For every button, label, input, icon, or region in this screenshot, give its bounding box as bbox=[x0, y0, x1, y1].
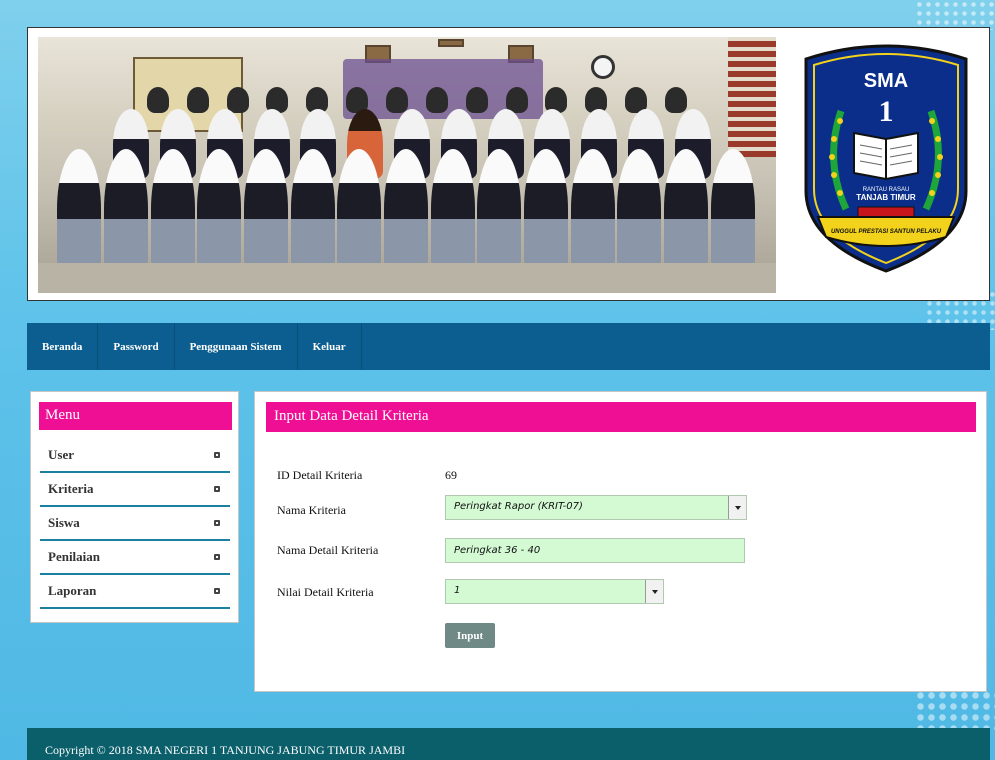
sidebar-item-siswa[interactable]: Siswa bbox=[40, 507, 230, 541]
sidebar-item-label: Penilaian bbox=[48, 549, 101, 564]
bullet-icon bbox=[214, 554, 220, 560]
decor-dots-top bbox=[915, 0, 995, 30]
chevron-down-icon[interactable] bbox=[645, 580, 663, 603]
sidebar-item-laporan[interactable]: Laporan bbox=[40, 575, 230, 609]
page-title: Input Data Detail Kriteria bbox=[266, 402, 976, 432]
sidebar-item-label: Siswa bbox=[48, 515, 80, 530]
nilai-detail-select[interactable]: 1 bbox=[445, 579, 664, 604]
sidebar-item-label: Laporan bbox=[48, 583, 97, 598]
nav-penggunaan-sistem[interactable]: Penggunaan Sistem bbox=[175, 323, 298, 370]
decor-dots-bottom bbox=[915, 690, 995, 730]
copyright-text: Copyright © 2018 SMA NEGERI 1 TANJUNG JA… bbox=[45, 743, 406, 757]
nama-kriteria-label: Nama Kriteria bbox=[277, 503, 346, 517]
nav-keluar[interactable]: Keluar bbox=[298, 323, 362, 370]
bullet-icon bbox=[214, 452, 220, 458]
main-nav: Beranda Password Penggunaan Sistem Kelua… bbox=[27, 323, 990, 370]
nama-detail-label: Nama Detail Kriteria bbox=[277, 543, 379, 557]
nav-password[interactable]: Password bbox=[98, 323, 175, 370]
logo-motto-text: UNGGUL PRESTASI SANTUN PELAKU bbox=[831, 229, 942, 235]
nilai-detail-selected: 1 bbox=[454, 585, 461, 596]
logo-sma-text: SMA bbox=[864, 70, 908, 92]
nama-kriteria-select[interactable]: Peringkat Rapor (KRIT-07) bbox=[445, 495, 747, 520]
sidebar-item-penilaian[interactable]: Penilaian bbox=[40, 541, 230, 575]
sidebar-menu: Menu User Kriteria Siswa Penilaian Lapor… bbox=[30, 391, 239, 623]
sidebar-title: Menu bbox=[39, 402, 232, 430]
bullet-icon bbox=[214, 588, 220, 594]
school-logo-icon: SMA 1 RANTAU RASAU TANJAB TIMUR UNGGUL P… bbox=[804, 44, 968, 273]
chevron-down-icon[interactable] bbox=[728, 496, 746, 519]
bullet-icon bbox=[214, 486, 220, 492]
id-detail-label: ID Detail Kriteria bbox=[277, 468, 363, 482]
header-group-photo bbox=[38, 37, 776, 293]
site-header: SMA 1 RANTAU RASAU TANJAB TIMUR UNGGUL P… bbox=[27, 27, 990, 301]
sidebar-item-label: User bbox=[48, 447, 74, 462]
bullet-icon bbox=[214, 520, 220, 526]
sidebar-list: User Kriteria Siswa Penilaian Laporan bbox=[40, 439, 230, 609]
input-button[interactable]: Input bbox=[445, 623, 495, 648]
sidebar-item-label: Kriteria bbox=[48, 481, 94, 496]
logo-number-text: 1 bbox=[879, 95, 894, 128]
nav-beranda[interactable]: Beranda bbox=[27, 323, 99, 370]
footer: Copyright © 2018 SMA NEGERI 1 TANJUNG JA… bbox=[27, 728, 990, 760]
nama-detail-input[interactable] bbox=[445, 538, 745, 563]
sidebar-item-user[interactable]: User bbox=[40, 439, 230, 473]
logo-line2-text: TANJAB TIMUR bbox=[856, 193, 916, 202]
nama-kriteria-selected: Peringkat Rapor (KRIT-07) bbox=[454, 501, 583, 512]
id-detail-value: 69 bbox=[445, 468, 457, 482]
nilai-detail-label: Nilai Detail Kriteria bbox=[277, 585, 374, 599]
sidebar-item-kriteria[interactable]: Kriteria bbox=[40, 473, 230, 507]
